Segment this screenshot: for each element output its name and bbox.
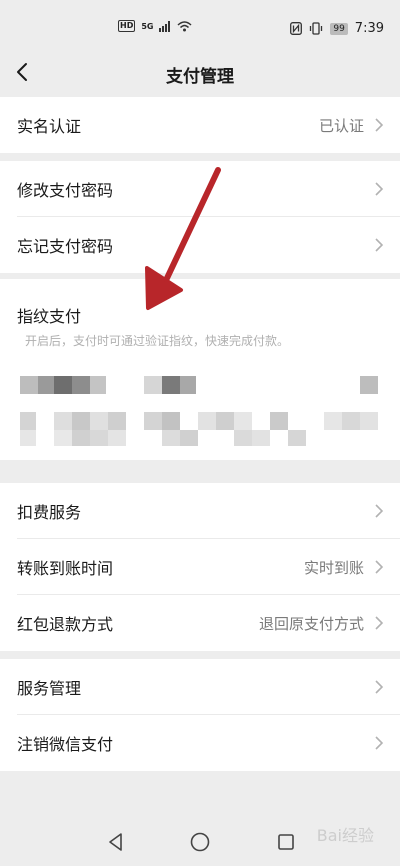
red-packet-refund-value: 退回原支付方式 [258,614,364,633]
network-type: 5G [141,21,154,31]
forgot-password-label: 忘记支付密码 [17,237,114,256]
battery-level: 99 [330,22,348,35]
change-password-row[interactable]: 修改支付密码 [0,161,400,217]
chevron-right-icon [375,616,384,630]
deduction-service-row[interactable]: 扣费服务 [0,483,400,539]
nav-bar: 支付管理 [0,50,400,96]
forgot-password-row[interactable]: 忘记支付密码 [0,217,400,273]
fingerprint-group: 指纹支付 开启后，支付时可通过验证指纹，快速完成付款。 [0,279,400,363]
chevron-right-icon [375,736,384,750]
nfc-icon [290,22,303,35]
fingerprint-label: 指纹支付 [17,307,82,326]
chevron-right-icon [375,238,384,252]
status-right: 99 7:39 [290,21,384,36]
signal-group: HD 5G [118,20,192,32]
pixelated-content [0,362,400,460]
nav-recents-icon[interactable] [274,830,298,854]
verification-status: 已认证 [318,116,364,135]
nav-home-icon[interactable] [188,830,212,854]
chevron-right-icon [375,560,384,574]
cancel-wechat-pay-label: 注销微信支付 [17,735,114,754]
hd-badge: HD [118,20,136,32]
management-group: 服务管理 注销微信支付 [0,659,400,771]
verification-group: 实名认证 已认证 [0,97,400,153]
change-password-label: 修改支付密码 [17,181,114,200]
wifi-icon [177,20,192,31]
chevron-right-icon [375,118,384,132]
clock: 7:39 [354,21,384,36]
transfer-time-row[interactable]: 转账到账时间 实时到账 [0,539,400,595]
chevron-right-icon [375,680,384,694]
status-bar: HD 5G 99 7:39 [0,0,400,44]
service-management-label: 服务管理 [17,679,82,698]
service-management-row[interactable]: 服务管理 [0,659,400,715]
transfer-time-label: 转账到账时间 [17,559,114,578]
password-group: 修改支付密码 忘记支付密码 [0,161,400,273]
vibrate-icon [310,22,323,35]
page-title: 支付管理 [166,67,234,87]
chevron-right-icon [375,182,384,196]
deduction-service-label: 扣费服务 [17,503,82,522]
transfer-time-value: 实时到账 [303,558,364,577]
nav-back-icon[interactable] [104,830,128,854]
watermark: Bai经验 [316,826,374,845]
signal-icon [159,20,171,32]
fingerprint-description: 开启后，支付时可通过验证指纹，快速完成付款。 [25,334,290,348]
cancel-wechat-pay-row[interactable]: 注销微信支付 [0,715,400,771]
real-name-verification-row[interactable]: 实名认证 已认证 [0,97,400,153]
services-group: 扣费服务 转账到账时间 实时到账 红包退款方式 退回原支付方式 [0,483,400,651]
chevron-right-icon [375,504,384,518]
real-name-verification-label: 实名认证 [17,117,82,136]
fingerprint-row[interactable]: 指纹支付 开启后，支付时可通过验证指纹，快速完成付款。 [0,279,400,363]
red-packet-refund-row[interactable]: 红包退款方式 退回原支付方式 [0,595,400,651]
red-packet-refund-label: 红包退款方式 [17,615,114,634]
